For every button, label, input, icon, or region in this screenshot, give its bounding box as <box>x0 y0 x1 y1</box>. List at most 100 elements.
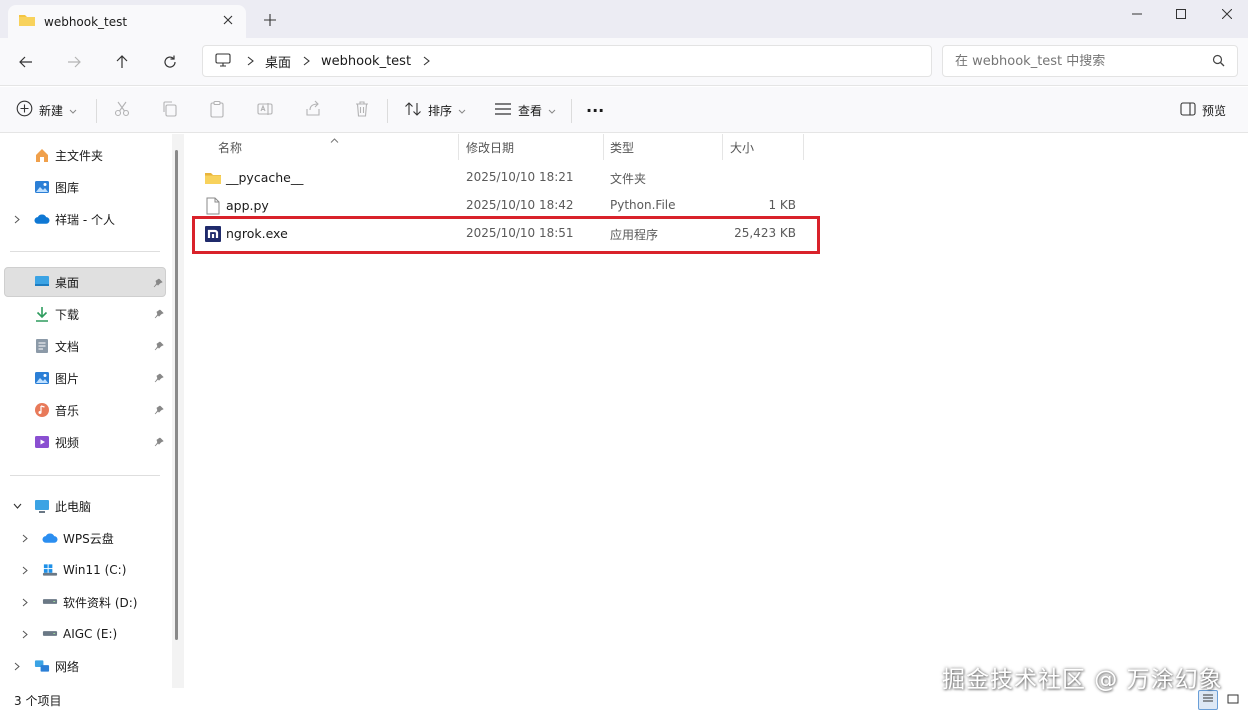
search-box[interactable] <box>942 45 1238 77</box>
sidebar-item-drive-d[interactable]: 软件资料 (D:) <box>4 587 166 617</box>
chevron-right-icon[interactable] <box>245 56 255 66</box>
close-window-button[interactable] <box>1212 4 1242 24</box>
more-options-button[interactable]: ··· <box>586 97 604 123</box>
view-button[interactable]: 查看 <box>494 97 556 123</box>
sidebar-item-gallery[interactable]: 图库 <box>4 172 166 202</box>
paste-button[interactable] <box>208 97 226 123</box>
preview-pane-icon <box>1180 101 1196 119</box>
maximize-button[interactable] <box>1166 4 1196 24</box>
chevron-right-icon[interactable] <box>20 597 30 607</box>
sort-label: 排序 <box>428 103 453 118</box>
search-icon[interactable] <box>1212 54 1225 70</box>
sidebar-item-downloads[interactable]: 下载 <box>4 299 166 329</box>
pin-icon[interactable] <box>153 277 163 291</box>
sidebar-scrollbar-thumb[interactable] <box>175 150 178 640</box>
preview-button[interactable]: 预览 <box>1180 97 1226 123</box>
minimize-button[interactable] <box>1122 4 1152 24</box>
chevron-right-icon[interactable] <box>20 565 30 575</box>
chevron-right-icon[interactable] <box>12 214 22 224</box>
scissors-icon <box>113 100 131 121</box>
chevron-right-icon[interactable] <box>20 533 30 543</box>
copy-icon <box>161 100 179 121</box>
search-input[interactable] <box>955 53 1195 69</box>
column-header-size[interactable]: 大小 <box>724 134 802 160</box>
view-list-icon <box>494 102 512 119</box>
tab-title: webhook_test <box>44 14 128 29</box>
share-icon <box>304 100 322 121</box>
sidebar-scrollbar-track[interactable] <box>172 134 184 688</box>
pin-icon[interactable] <box>154 404 164 418</box>
column-header-label: 名称 <box>218 140 243 155</box>
cloud-icon <box>42 530 58 546</box>
file-date: 2025/10/10 18:21 <box>466 170 574 184</box>
sidebar-item-home[interactable]: 主文件夹 <box>4 140 166 170</box>
sidebar-item-label: 音乐 <box>55 403 80 418</box>
close-tab-icon[interactable] <box>222 14 234 26</box>
column-header-type[interactable]: 类型 <box>604 134 722 160</box>
file-icon <box>204 197 222 215</box>
pin-icon[interactable] <box>154 372 164 386</box>
back-button[interactable] <box>14 50 38 74</box>
file-name: __pycache__ <box>226 170 304 185</box>
sidebar-item-label: 祥瑞 - 个人 <box>55 212 115 227</box>
command-bar: 新建 排序 查看 ··· 预览 <box>0 87 1248 133</box>
sidebar-item-drive-e[interactable]: AIGC (E:) <box>4 619 166 649</box>
highlight-annotation-box <box>192 216 820 254</box>
share-button[interactable] <box>304 97 322 123</box>
plus-circle-icon <box>16 100 33 120</box>
sidebar-item-wps-cloud[interactable]: WPS云盘 <box>4 523 166 553</box>
breadcrumb-webhook-test[interactable]: webhook_test <box>321 54 411 69</box>
new-label: 新建 <box>39 103 64 118</box>
chevron-right-icon[interactable] <box>421 56 431 66</box>
sort-button[interactable]: 排序 <box>404 97 466 123</box>
sidebar-item-videos[interactable]: 视频 <box>4 427 166 457</box>
chevron-down-icon[interactable] <box>12 501 22 511</box>
file-size: 1 KB <box>768 198 796 212</box>
sidebar-item-music[interactable]: 音乐 <box>4 395 166 425</box>
column-header-label: 大小 <box>730 140 755 155</box>
sidebar-item-documents[interactable]: 文档 <box>4 331 166 361</box>
sidebar-item-network[interactable]: 网络 <box>4 651 166 681</box>
breadcrumb-desktop[interactable]: 桌面 <box>265 52 291 71</box>
file-row-pycache[interactable]: __pycache__ 2025/10/10 18:21 文件夹 <box>200 164 810 192</box>
address-bar[interactable]: 桌面 webhook_test <box>202 45 932 77</box>
refresh-button[interactable] <box>158 50 182 74</box>
column-header-label: 类型 <box>610 140 635 155</box>
file-date: 2025/10/10 18:42 <box>466 198 574 212</box>
chevron-right-icon[interactable] <box>12 661 22 671</box>
column-header-date[interactable]: 修改日期 <box>460 134 602 160</box>
sort-ascending-icon <box>330 132 339 146</box>
sidebar-item-label: 主文件夹 <box>55 148 104 163</box>
column-header-name[interactable]: 名称 <box>212 134 458 160</box>
delete-button[interactable] <box>353 97 371 123</box>
navigation-pane: 主文件夹 图库 祥瑞 - 个人 桌面 下载 文档 图片 音乐 视频 此电脑 WP… <box>0 134 182 688</box>
cut-button[interactable] <box>113 97 131 123</box>
up-button[interactable] <box>110 50 134 74</box>
new-button[interactable]: 新建 <box>16 97 77 123</box>
preview-label: 预览 <box>1202 103 1227 118</box>
tiles-view-button[interactable] <box>1223 690 1243 710</box>
sidebar-item-this-pc[interactable]: 此电脑 <box>4 491 166 521</box>
tab-webhook-test[interactable]: webhook_test <box>8 5 246 38</box>
navigation-bar: 桌面 webhook_test <box>0 38 1248 86</box>
watermark: 掘金技术社区 @ 万涂幻象 <box>942 667 1223 693</box>
new-tab-button[interactable] <box>262 12 278 28</box>
sidebar-item-pictures[interactable]: 图片 <box>4 363 166 393</box>
chevron-right-icon[interactable] <box>20 629 30 639</box>
pictures-icon <box>34 370 50 386</box>
pin-icon[interactable] <box>154 308 164 322</box>
sidebar-item-desktop[interactable]: 桌面 <box>4 267 166 297</box>
sidebar-item-onedrive[interactable]: 祥瑞 - 个人 <box>4 204 166 234</box>
sidebar-item-drive-c[interactable]: Win11 (C:) <box>4 555 166 585</box>
copy-button[interactable] <box>161 97 179 123</box>
column-divider[interactable] <box>722 134 723 160</box>
chevron-right-icon[interactable] <box>301 56 311 66</box>
chevron-down-icon <box>458 103 466 117</box>
pin-icon[interactable] <box>154 436 164 450</box>
sidebar-divider <box>10 251 160 252</box>
forward-button[interactable] <box>62 50 86 74</box>
rename-button[interactable] <box>256 97 274 123</box>
column-divider[interactable] <box>458 134 459 160</box>
pin-icon[interactable] <box>154 340 164 354</box>
column-divider[interactable] <box>803 134 804 160</box>
